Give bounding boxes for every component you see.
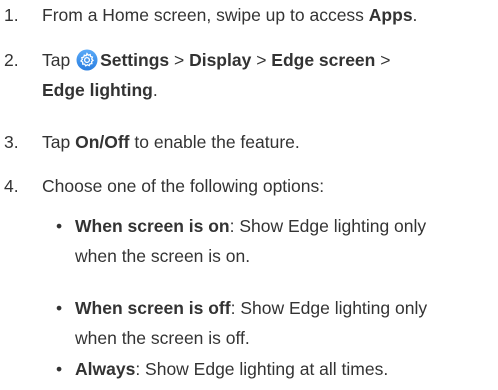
step-number: 2.: [4, 50, 19, 70]
option-title: When screen is off: [75, 298, 231, 318]
option-text: Always: Show Edge lighting at all times.: [75, 354, 498, 384]
step-number: 1.: [4, 5, 19, 25]
step-number: 4.: [4, 176, 19, 196]
step-text-plain: .: [152, 80, 158, 100]
separator: >: [375, 50, 391, 70]
display-label: Display: [189, 50, 252, 70]
bullet-point: •: [56, 359, 63, 379]
separator: >: [251, 50, 272, 70]
option-description-continued: when the screen is on.: [75, 246, 251, 266]
option-title: Always: [75, 359, 136, 379]
bullet-point: •: [56, 216, 63, 236]
option-description: : Show Edge lighting only: [230, 298, 428, 318]
step-text: Choose one of the following options:: [42, 176, 325, 196]
settings-gear-icon: [76, 49, 98, 71]
option-text: When screen is on: Show Edge lighting on…: [75, 211, 498, 271]
step-text-plain: .: [412, 5, 418, 25]
step-text-plain: Tap: [42, 50, 76, 70]
option-title: When screen is on: [75, 216, 230, 236]
step-text-plain: From a Home screen, swipe up to access: [42, 5, 369, 25]
on-off-label: On/Off: [75, 132, 130, 152]
step-text: Tap Settings > Display > Edge screen > Ed…: [42, 45, 498, 105]
settings-label: Settings: [100, 50, 170, 70]
step-text-plain: Tap: [42, 132, 76, 152]
option-text: When screen is off: Show Edge lighting o…: [75, 293, 498, 353]
instructions-document: 1. From a Home screen, swipe up to acces…: [0, 0, 498, 390]
bullet-point: •: [56, 298, 63, 318]
step-text-plain: to enable the feature.: [129, 132, 300, 152]
edge-screen-label: Edge screen: [271, 50, 376, 70]
edge-lighting-label: Edge lighting: [42, 80, 153, 100]
option-description-continued: when the screen is off.: [75, 328, 250, 348]
apps-label: Apps: [368, 5, 413, 25]
step-text: Tap On/Off to enable the feature.: [42, 127, 498, 157]
option-description: : Show Edge lighting at all times.: [135, 359, 389, 379]
step-text: From a Home screen, swipe up to access A…: [42, 0, 498, 30]
step-number: 3.: [4, 132, 19, 152]
separator: >: [169, 50, 190, 70]
option-description: : Show Edge lighting only: [229, 216, 427, 236]
